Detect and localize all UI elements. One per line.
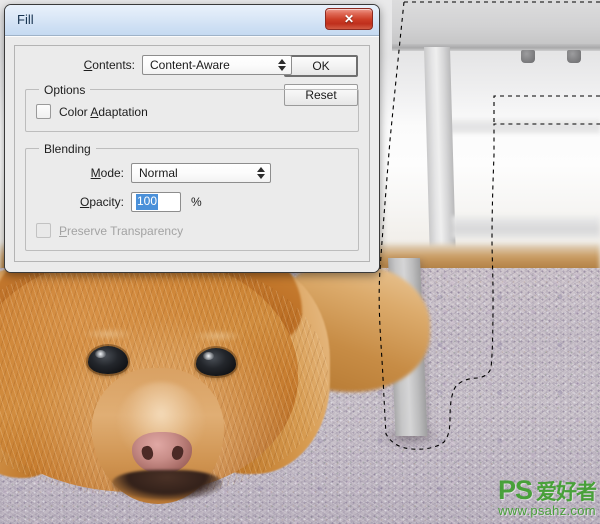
- dog-eye-highlight-left: [95, 350, 106, 358]
- dialog-title: Fill: [17, 12, 34, 27]
- options-group-legend: Options: [39, 83, 91, 97]
- preserve-transparency-row: Preserve Transparency: [36, 223, 348, 238]
- contents-value: Content-Aware: [150, 58, 230, 72]
- dog-eye-right: [196, 348, 236, 376]
- dialog-titlebar[interactable]: Fill ✕: [5, 5, 379, 36]
- blending-group: Blending Mode: Normal Opacity: 100 % Pre…: [25, 142, 359, 251]
- preserve-transparency-checkbox: [36, 223, 51, 238]
- caret-down-icon: [278, 66, 286, 71]
- table-bolt-left: [521, 50, 535, 63]
- dialog-body: OK Reset Contents: Content-Aware Options…: [5, 36, 379, 272]
- close-button[interactable]: ✕: [325, 8, 373, 30]
- color-adaptation-row[interactable]: Color Adaptation: [36, 104, 348, 119]
- options-group: Options Color Adaptation: [25, 83, 359, 132]
- blending-group-legend: Blending: [39, 142, 96, 156]
- ok-button[interactable]: OK: [284, 55, 358, 77]
- mode-label: Mode:: [90, 166, 124, 180]
- dialog-inner-frame: OK Reset Contents: Content-Aware Options…: [14, 45, 370, 262]
- photoshop-canvas-with-fill-dialog: Fill ✕ OK Reset Contents: Content-Aware: [0, 0, 600, 524]
- caret-down-icon: [257, 174, 265, 179]
- dog-mouth: [112, 470, 222, 500]
- close-x-icon: ✕: [343, 12, 355, 26]
- contents-label: Contents:: [83, 58, 135, 72]
- opacity-row: Opacity: 100 %: [36, 192, 348, 212]
- background-shelf-bar: [440, 118, 600, 134]
- mode-dropdown[interactable]: Normal: [131, 163, 271, 183]
- opacity-unit: %: [191, 195, 202, 209]
- color-adaptation-label: Color Adaptation: [59, 104, 148, 119]
- contents-stepper-arrows-icon: [278, 59, 286, 71]
- dog-eye-left: [88, 346, 128, 374]
- dog-eye-highlight-right: [203, 352, 214, 360]
- color-adaptation-checkbox[interactable]: [36, 104, 51, 119]
- dog-brow-right: [192, 330, 244, 342]
- contents-dropdown[interactable]: Content-Aware: [142, 55, 292, 75]
- caret-up-icon: [257, 167, 265, 172]
- opacity-value: 100: [136, 194, 159, 210]
- table-top-slab: [392, 0, 600, 44]
- mode-value: Normal: [139, 166, 178, 180]
- opacity-input[interactable]: 100: [131, 192, 181, 212]
- preserve-transparency-label: Preserve Transparency: [59, 223, 184, 238]
- dog-brow-left: [82, 328, 134, 340]
- mode-stepper-arrows-icon: [257, 167, 265, 179]
- mode-row: Mode: Normal: [36, 163, 348, 183]
- table-bolt-right: [567, 50, 581, 63]
- opacity-label: Opacity:: [79, 195, 124, 209]
- caret-up-icon: [278, 59, 286, 64]
- background-shelf-bar-lower: [452, 216, 600, 238]
- fill-dialog[interactable]: Fill ✕ OK Reset Contents: Content-Aware: [4, 4, 380, 273]
